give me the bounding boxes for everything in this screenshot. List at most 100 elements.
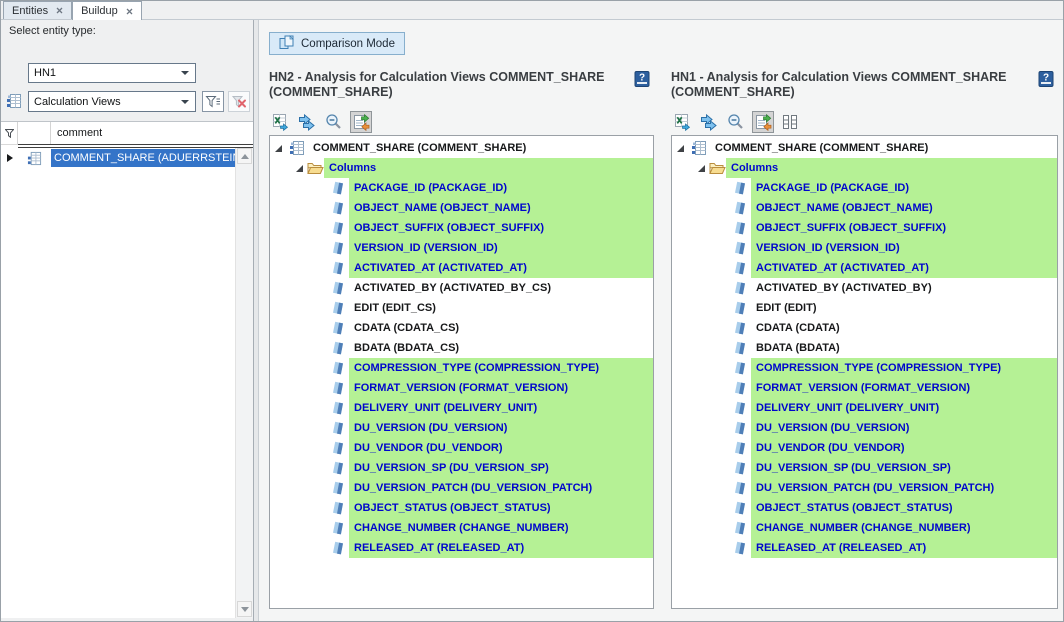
entity-table-row[interactable]: COMMENT_SHARE (ADUERRSTEIN_T: [1, 148, 235, 168]
tree-item[interactable]: DU_VERSION (DU_VERSION): [270, 418, 653, 438]
tree-folder-columns[interactable]: Columns: [672, 158, 1057, 178]
tab-buildup-label: Buildup: [81, 5, 118, 17]
tree-item-label: OBJECT_SUFFIX (OBJECT_SUFFIX): [756, 222, 946, 234]
column-icon: [734, 381, 747, 395]
scroll-down-button[interactable]: [237, 601, 252, 617]
clear-filter-button[interactable]: [228, 91, 250, 112]
tree-item-label: DU_VENDOR (DU_VENDOR): [354, 442, 503, 454]
tree-item[interactable]: DU_VERSION_SP (DU_VERSION_SP): [270, 458, 653, 478]
tree-item[interactable]: VERSION_ID (VERSION_ID): [270, 238, 653, 258]
filter-funnel-icon: [205, 95, 221, 109]
tree-item-label: OBJECT_STATUS (OBJECT_STATUS): [756, 502, 953, 514]
tree-item[interactable]: OBJECT_STATUS (OBJECT_STATUS): [672, 498, 1057, 518]
tree-item[interactable]: FORMAT_VERSION (FORMAT_VERSION): [270, 378, 653, 398]
entity-name-cell: COMMENT_SHARE (ADUERRSTEIN_T: [51, 149, 235, 167]
zoom-out-button[interactable]: [323, 111, 345, 133]
column-icon: [332, 301, 345, 315]
tree-item-label: BDATA (BDATA_CS): [354, 342, 459, 354]
tree-root[interactable]: COMMENT_SHARE (COMMENT_SHARE): [672, 138, 1057, 158]
expanded-node-icon[interactable]: [275, 145, 282, 152]
tab-buildup[interactable]: Buildup: [72, 1, 142, 20]
tree-item[interactable]: CHANGE_NUMBER (CHANGE_NUMBER): [672, 518, 1057, 538]
tree-item[interactable]: RELEASED_AT (RELEASED_AT): [270, 538, 653, 558]
compare-mode-toggle[interactable]: [752, 111, 774, 133]
tree-item-label: DU_VERSION_PATCH (DU_VERSION_PATCH): [756, 482, 994, 494]
tree-item[interactable]: CHANGE_NUMBER (CHANGE_NUMBER): [270, 518, 653, 538]
transfer-content-button[interactable]: [698, 111, 720, 133]
tree-item[interactable]: ACTIVATED_AT (ACTIVATED_AT): [672, 258, 1057, 278]
tree-item[interactable]: DU_VERSION_SP (DU_VERSION_SP): [672, 458, 1057, 478]
column-icon: [734, 481, 747, 495]
column-icon: [332, 201, 345, 215]
tree-item-label: VERSION_ID (VERSION_ID): [354, 242, 498, 254]
tree-item[interactable]: OBJECT_NAME (OBJECT_NAME): [672, 198, 1057, 218]
export-to-excel-button[interactable]: [671, 111, 693, 133]
tree-item[interactable]: DU_VENDOR (DU_VENDOR): [672, 438, 1057, 458]
tree-item[interactable]: FORMAT_VERSION (FORMAT_VERSION): [672, 378, 1057, 398]
clear-filter-icon: [231, 95, 247, 109]
scroll-up-button[interactable]: [237, 148, 252, 164]
tree-folder-columns[interactable]: Columns: [270, 158, 653, 178]
column-icon: [332, 401, 345, 415]
tree-item[interactable]: PACKAGE_ID (PACKAGE_ID): [672, 178, 1057, 198]
tree-item[interactable]: ACTIVATED_AT (ACTIVATED_AT): [270, 258, 653, 278]
tree-item[interactable]: DU_VERSION (DU_VERSION): [672, 418, 1057, 438]
panel-toolbar: [671, 111, 801, 133]
tree-item[interactable]: ACTIVATED_BY (ACTIVATED_BY): [672, 278, 1057, 298]
tree-item[interactable]: DELIVERY_UNIT (DELIVERY_UNIT): [270, 398, 653, 418]
export-to-excel-button[interactable]: [269, 111, 291, 133]
tree-item[interactable]: DELIVERY_UNIT (DELIVERY_UNIT): [672, 398, 1057, 418]
column-icon: [332, 541, 345, 555]
tree-hn2: COMMENT_SHARE (COMMENT_SHARE) Columns: [269, 135, 654, 609]
column-view-button[interactable]: [779, 111, 801, 133]
entity-table: comment COMMENT_SHARE (ADUERRSTEIN_T: [1, 121, 253, 618]
tree-item-label: DELIVERY_UNIT (DELIVERY_UNIT): [756, 402, 939, 414]
expanded-node-icon[interactable]: [698, 165, 705, 172]
close-icon[interactable]: [126, 8, 133, 15]
help-icon[interactable]: ?: [634, 71, 650, 87]
zoom-out-button[interactable]: [725, 111, 747, 133]
tree-item[interactable]: PACKAGE_ID (PACKAGE_ID): [270, 178, 653, 198]
tree-item-label: EDIT (EDIT): [756, 302, 817, 314]
expanded-node-icon[interactable]: [296, 165, 303, 172]
entity-type-dropdown[interactable]: Calculation Views: [28, 91, 196, 112]
tree-item-label: DU_VERSION (DU_VERSION): [756, 422, 909, 434]
transfer-content-button[interactable]: [296, 111, 318, 133]
system-dropdown[interactable]: HN1: [28, 63, 196, 83]
tree-root[interactable]: COMMENT_SHARE (COMMENT_SHARE): [270, 138, 653, 158]
tree-item[interactable]: COMPRESSION_TYPE (COMPRESSION_TYPE): [270, 358, 653, 378]
tree-item[interactable]: RELEASED_AT (RELEASED_AT): [672, 538, 1057, 558]
tree-item[interactable]: CDATA (CDATA_CS): [270, 318, 653, 338]
help-icon[interactable]: ?: [1038, 71, 1054, 87]
tree-items: PACKAGE_ID (PACKAGE_ID) OBJECT_NAME (OBJ…: [270, 178, 653, 558]
tree-item[interactable]: BDATA (BDATA): [672, 338, 1057, 358]
tree-item[interactable]: OBJECT_SUFFIX (OBJECT_SUFFIX): [672, 218, 1057, 238]
compare-mode-toggle[interactable]: [350, 111, 372, 133]
tree-item[interactable]: EDIT (EDIT): [672, 298, 1057, 318]
tree-item[interactable]: DU_VENDOR (DU_VENDOR): [270, 438, 653, 458]
vertical-scrollbar[interactable]: [235, 148, 253, 618]
tree-item[interactable]: CDATA (CDATA): [672, 318, 1057, 338]
tree-item[interactable]: OBJECT_SUFFIX (OBJECT_SUFFIX): [270, 218, 653, 238]
comparison-mode-button[interactable]: Comparison Mode: [269, 32, 405, 55]
tree-item[interactable]: BDATA (BDATA_CS): [270, 338, 653, 358]
comparison-mode-icon: [279, 35, 295, 53]
tree-item[interactable]: DU_VERSION_PATCH (DU_VERSION_PATCH): [270, 478, 653, 498]
tree-item-label: OBJECT_NAME (OBJECT_NAME): [756, 202, 933, 214]
tree-item[interactable]: ACTIVATED_BY (ACTIVATED_BY_CS): [270, 278, 653, 298]
set-filter-button[interactable]: [202, 91, 224, 112]
column-icon: [734, 281, 747, 295]
expanded-node-icon[interactable]: [677, 145, 684, 152]
close-icon[interactable]: [56, 7, 63, 14]
tree-item[interactable]: COMPRESSION_TYPE (COMPRESSION_TYPE): [672, 358, 1057, 378]
column-icon: [332, 441, 345, 455]
panel-title: HN1 - Analysis for Calculation Views COM…: [671, 70, 1021, 100]
tree-item[interactable]: OBJECT_NAME (OBJECT_NAME): [270, 198, 653, 218]
tree-item[interactable]: OBJECT_STATUS (OBJECT_STATUS): [270, 498, 653, 518]
tree-item[interactable]: EDIT (EDIT_CS): [270, 298, 653, 318]
tree-item[interactable]: DU_VERSION_PATCH (DU_VERSION_PATCH): [672, 478, 1057, 498]
filter-row-icon[interactable]: [1, 122, 18, 144]
column-icon: [734, 261, 747, 275]
tree-item[interactable]: VERSION_ID (VERSION_ID): [672, 238, 1057, 258]
tab-entities[interactable]: Entities: [3, 1, 72, 19]
